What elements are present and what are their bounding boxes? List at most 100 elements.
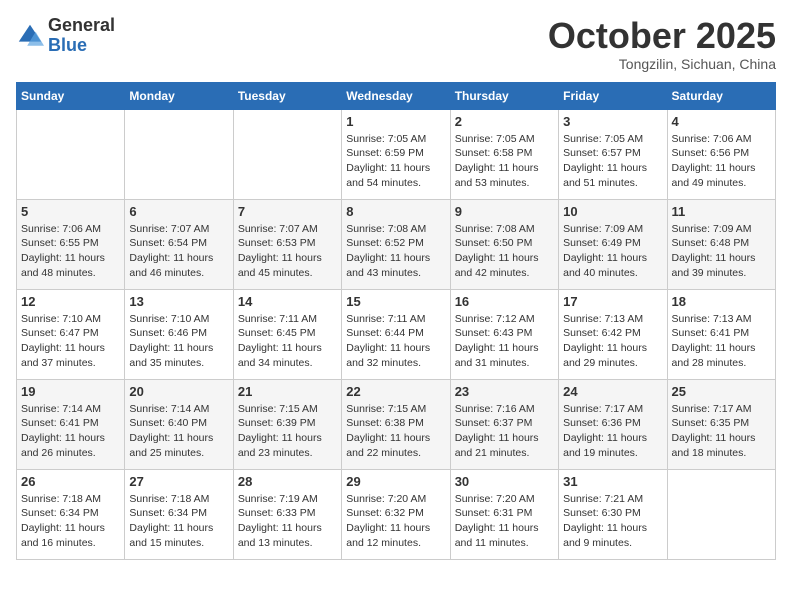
day-info: Sunrise: 7:14 AMSunset: 6:41 PMDaylight:… bbox=[21, 402, 120, 461]
day-info: Sunrise: 7:05 AMSunset: 6:59 PMDaylight:… bbox=[346, 132, 445, 191]
day-number: 22 bbox=[346, 384, 445, 399]
logo-text: General Blue bbox=[48, 16, 115, 56]
day-number: 1 bbox=[346, 114, 445, 129]
calendar-cell bbox=[233, 109, 341, 199]
day-info: Sunrise: 7:20 AMSunset: 6:32 PMDaylight:… bbox=[346, 492, 445, 551]
day-number: 26 bbox=[21, 474, 120, 489]
day-info: Sunrise: 7:06 AMSunset: 6:55 PMDaylight:… bbox=[21, 222, 120, 281]
day-info: Sunrise: 7:09 AMSunset: 6:49 PMDaylight:… bbox=[563, 222, 662, 281]
day-info: Sunrise: 7:19 AMSunset: 6:33 PMDaylight:… bbox=[238, 492, 337, 551]
day-number: 31 bbox=[563, 474, 662, 489]
month-title: October 2025 bbox=[548, 16, 776, 56]
weekday-header: Sunday bbox=[17, 82, 125, 109]
calendar-cell: 13 Sunrise: 7:10 AMSunset: 6:46 PMDayligh… bbox=[125, 289, 233, 379]
calendar-cell: 1 Sunrise: 7:05 AMSunset: 6:59 PMDaylight… bbox=[342, 109, 450, 199]
day-number: 23 bbox=[455, 384, 554, 399]
day-number: 21 bbox=[238, 384, 337, 399]
calendar-cell: 23Sunrise: 7:16 AMSunset: 6:37 PMDayligh… bbox=[450, 379, 558, 469]
calendar-cell: 7 Sunrise: 7:07 AMSunset: 6:53 PMDaylight… bbox=[233, 199, 341, 289]
day-info: Sunrise: 7:15 AMSunset: 6:38 PMDaylight:… bbox=[346, 402, 445, 461]
day-number: 2 bbox=[455, 114, 554, 129]
day-number: 29 bbox=[346, 474, 445, 489]
page-header: General Blue October 2025 Tongzilin, Sic… bbox=[16, 16, 776, 72]
calendar-week-row: 19 Sunrise: 7:14 AMSunset: 6:41 PMDayligh… bbox=[17, 379, 776, 469]
day-number: 30 bbox=[455, 474, 554, 489]
day-number: 11 bbox=[672, 204, 771, 219]
weekday-header: Saturday bbox=[667, 82, 775, 109]
day-number: 18 bbox=[672, 294, 771, 309]
calendar-cell: 14Sunrise: 7:11 AMSunset: 6:45 PMDayligh… bbox=[233, 289, 341, 379]
day-info: Sunrise: 7:14 AMSunset: 6:40 PMDaylight:… bbox=[129, 402, 228, 461]
day-info: Sunrise: 7:05 AMSunset: 6:58 PMDaylight:… bbox=[455, 132, 554, 191]
weekday-header: Monday bbox=[125, 82, 233, 109]
calendar-cell: 24Sunrise: 7:17 AMSunset: 6:36 PMDayligh… bbox=[559, 379, 667, 469]
calendar-cell: 29 Sunrise: 7:20 AMSunset: 6:32 PMDayligh… bbox=[342, 469, 450, 559]
day-info: Sunrise: 7:13 AMSunset: 6:41 PMDaylight:… bbox=[672, 312, 771, 371]
day-info: Sunrise: 7:13 AMSunset: 6:42 PMDaylight:… bbox=[563, 312, 662, 371]
calendar-cell: 10 Sunrise: 7:09 AMSunset: 6:49 PMDayligh… bbox=[559, 199, 667, 289]
day-info: Sunrise: 7:07 AMSunset: 6:53 PMDaylight:… bbox=[238, 222, 337, 281]
calendar-week-row: 26 Sunrise: 7:18 AMSunset: 6:34 PMDayligh… bbox=[17, 469, 776, 559]
day-info: Sunrise: 7:08 AMSunset: 6:52 PMDaylight:… bbox=[346, 222, 445, 281]
calendar-cell: 12Sunrise: 7:10 AMSunset: 6:47 PMDayligh… bbox=[17, 289, 125, 379]
day-number: 27 bbox=[129, 474, 228, 489]
day-info: Sunrise: 7:08 AMSunset: 6:50 PMDaylight:… bbox=[455, 222, 554, 281]
calendar-cell: 22 Sunrise: 7:15 AMSunset: 6:38 PMDayligh… bbox=[342, 379, 450, 469]
calendar-cell: 19 Sunrise: 7:14 AMSunset: 6:41 PMDayligh… bbox=[17, 379, 125, 469]
weekday-header: Thursday bbox=[450, 82, 558, 109]
day-info: Sunrise: 7:05 AMSunset: 6:57 PMDaylight:… bbox=[563, 132, 662, 191]
calendar-cell: 3Sunrise: 7:05 AMSunset: 6:57 PMDaylight… bbox=[559, 109, 667, 199]
day-number: 25 bbox=[672, 384, 771, 399]
calendar-cell: 6 Sunrise: 7:07 AMSunset: 6:54 PMDaylight… bbox=[125, 199, 233, 289]
day-number: 6 bbox=[129, 204, 228, 219]
day-number: 9 bbox=[455, 204, 554, 219]
day-number: 15 bbox=[346, 294, 445, 309]
calendar-cell: 2 Sunrise: 7:05 AMSunset: 6:58 PMDaylight… bbox=[450, 109, 558, 199]
weekday-header-row: SundayMondayTuesdayWednesdayThursdayFrid… bbox=[17, 82, 776, 109]
day-info: Sunrise: 7:06 AMSunset: 6:56 PMDaylight:… bbox=[672, 132, 771, 191]
day-info: Sunrise: 7:18 AMSunset: 6:34 PMDaylight:… bbox=[21, 492, 120, 551]
logo-general: General bbox=[48, 16, 115, 36]
calendar-table: SundayMondayTuesdayWednesdayThursdayFrid… bbox=[16, 82, 776, 560]
day-number: 13 bbox=[129, 294, 228, 309]
day-number: 19 bbox=[21, 384, 120, 399]
calendar-cell: 20 Sunrise: 7:14 AMSunset: 6:40 PMDayligh… bbox=[125, 379, 233, 469]
calendar-cell: 9 Sunrise: 7:08 AMSunset: 6:50 PMDaylight… bbox=[450, 199, 558, 289]
day-number: 28 bbox=[238, 474, 337, 489]
day-number: 7 bbox=[238, 204, 337, 219]
calendar-cell: 28 Sunrise: 7:19 AMSunset: 6:33 PMDayligh… bbox=[233, 469, 341, 559]
calendar-cell: 15 Sunrise: 7:11 AMSunset: 6:44 PMDayligh… bbox=[342, 289, 450, 379]
day-info: Sunrise: 7:15 AMSunset: 6:39 PMDaylight:… bbox=[238, 402, 337, 461]
calendar-cell: 5 Sunrise: 7:06 AMSunset: 6:55 PMDaylight… bbox=[17, 199, 125, 289]
calendar-cell: 27 Sunrise: 7:18 AMSunset: 6:34 PMDayligh… bbox=[125, 469, 233, 559]
weekday-header: Wednesday bbox=[342, 82, 450, 109]
day-number: 5 bbox=[21, 204, 120, 219]
day-info: Sunrise: 7:10 AMSunset: 6:47 PMDaylight:… bbox=[21, 312, 120, 371]
day-info: Sunrise: 7:18 AMSunset: 6:34 PMDaylight:… bbox=[129, 492, 228, 551]
calendar-cell: 17 Sunrise: 7:13 AMSunset: 6:42 PMDayligh… bbox=[559, 289, 667, 379]
weekday-header: Friday bbox=[559, 82, 667, 109]
day-number: 8 bbox=[346, 204, 445, 219]
weekday-header: Tuesday bbox=[233, 82, 341, 109]
logo-icon bbox=[16, 22, 44, 50]
day-number: 10 bbox=[563, 204, 662, 219]
calendar-cell: 30Sunrise: 7:20 AMSunset: 6:31 PMDayligh… bbox=[450, 469, 558, 559]
day-info: Sunrise: 7:07 AMSunset: 6:54 PMDaylight:… bbox=[129, 222, 228, 281]
calendar-cell: 4Sunrise: 7:06 AMSunset: 6:56 PMDaylight… bbox=[667, 109, 775, 199]
day-info: Sunrise: 7:11 AMSunset: 6:45 PMDaylight:… bbox=[238, 312, 337, 371]
location: Tongzilin, Sichuan, China bbox=[548, 56, 776, 72]
calendar-week-row: 5 Sunrise: 7:06 AMSunset: 6:55 PMDaylight… bbox=[17, 199, 776, 289]
calendar-cell: 8 Sunrise: 7:08 AMSunset: 6:52 PMDaylight… bbox=[342, 199, 450, 289]
title-block: October 2025 Tongzilin, Sichuan, China bbox=[548, 16, 776, 72]
logo-blue: Blue bbox=[48, 36, 115, 56]
calendar-cell: 16Sunrise: 7:12 AMSunset: 6:43 PMDayligh… bbox=[450, 289, 558, 379]
calendar-cell: 18 Sunrise: 7:13 AMSunset: 6:41 PMDayligh… bbox=[667, 289, 775, 379]
day-number: 20 bbox=[129, 384, 228, 399]
calendar-cell: 11Sunrise: 7:09 AMSunset: 6:48 PMDayligh… bbox=[667, 199, 775, 289]
day-info: Sunrise: 7:11 AMSunset: 6:44 PMDaylight:… bbox=[346, 312, 445, 371]
calendar-cell: 26 Sunrise: 7:18 AMSunset: 6:34 PMDayligh… bbox=[17, 469, 125, 559]
day-info: Sunrise: 7:10 AMSunset: 6:46 PMDaylight:… bbox=[129, 312, 228, 371]
calendar-cell: 25Sunrise: 7:17 AMSunset: 6:35 PMDayligh… bbox=[667, 379, 775, 469]
day-number: 17 bbox=[563, 294, 662, 309]
day-info: Sunrise: 7:12 AMSunset: 6:43 PMDaylight:… bbox=[455, 312, 554, 371]
